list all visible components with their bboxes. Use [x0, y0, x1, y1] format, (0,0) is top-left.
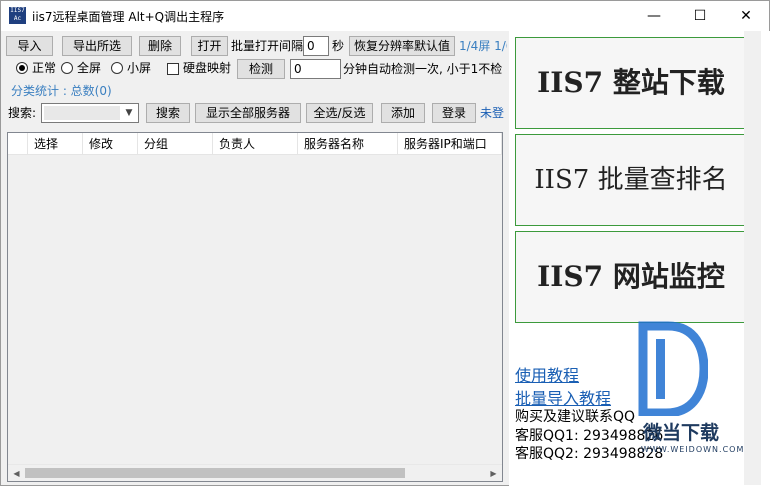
batch-interval-input[interactable]: 0: [303, 36, 329, 56]
header-spacer: [8, 133, 28, 155]
close-button[interactable]: ✕: [723, 1, 769, 31]
select-all-button[interactable]: 全选/反选: [306, 103, 373, 123]
detect-interval-input[interactable]: 0: [290, 59, 341, 79]
watermark-logo-icon: [638, 321, 708, 416]
column-group[interactable]: 分组: [138, 133, 213, 155]
batch-interval-label: 批量打开间隔: [231, 39, 304, 53]
detect-hint: 分钟自动检测一次, 小于1不检: [343, 62, 503, 76]
column-owner[interactable]: 负责人: [213, 133, 298, 155]
login-button[interactable]: 登录: [432, 103, 476, 123]
open-button[interactable]: 打开: [191, 36, 228, 56]
import-button[interactable]: 导入: [6, 36, 53, 56]
banner-site-monitor[interactable]: IIS7 网站监控: [515, 231, 747, 323]
server-table[interactable]: 选择 修改 分组 负责人 服务器名称 服务器IP和端口 ◀ ▶: [7, 132, 503, 482]
scrollbar-thumb[interactable]: [25, 468, 405, 478]
chevron-down-icon[interactable]: ▼: [122, 104, 136, 122]
window-title: iis7远程桌面管理 Alt+Q调出主程序: [32, 10, 225, 24]
search-button[interactable]: 搜索: [146, 103, 190, 123]
maximize-button[interactable]: ☐: [677, 1, 723, 31]
search-combobox[interactable]: ▼: [41, 103, 139, 123]
batch-import-tutorial-link[interactable]: 批量导入教程: [515, 385, 611, 409]
horizontal-scrollbar[interactable]: ◀ ▶: [8, 464, 502, 481]
app-icon: IIS7 Ac: [9, 7, 26, 24]
watermark-url: WWW.WEIDOWN.COM: [641, 445, 745, 454]
banner-site-download[interactable]: IIS7 整站下载: [515, 37, 747, 129]
vertical-scrollbar[interactable]: [744, 31, 761, 485]
table-header: 选择 修改 分组 负责人 服务器名称 服务器IP和端口: [8, 133, 502, 155]
not-logged-link[interactable]: 未登: [480, 105, 504, 121]
disk-mapping-label: 硬盘映射: [183, 61, 232, 75]
seconds-unit-label: 秒: [332, 39, 345, 53]
category-stats: 分类统计 : 总数(0): [11, 84, 112, 98]
watermark-text: 微当下载: [643, 422, 720, 444]
ad-panel: IIS7 整站下载 IIS7 批量查排名 IIS7 网站监控 使用教程 批量导入…: [509, 31, 770, 486]
small-radio[interactable]: [111, 62, 123, 74]
disk-mapping-checkbox[interactable]: [167, 63, 179, 75]
detect-button[interactable]: 检测: [237, 59, 285, 79]
fullscreen-radio[interactable]: [61, 62, 73, 74]
column-server-ip[interactable]: 服务器IP和端口: [398, 133, 502, 155]
normal-radio[interactable]: [16, 62, 28, 74]
small-label: 小屏: [127, 61, 152, 75]
search-combobox-value: [44, 106, 120, 120]
column-edit[interactable]: 修改: [83, 133, 138, 155]
title-bar: IIS7 Ac iis7远程桌面管理 Alt+Q调出主程序 — ☐ ✕: [1, 1, 769, 31]
column-server-name[interactable]: 服务器名称: [298, 133, 398, 155]
search-label: 搜索:: [8, 106, 37, 120]
scroll-left-icon[interactable]: ◀: [8, 465, 25, 482]
contact-purchase: 购买及建议联系QQ: [515, 409, 636, 425]
scroll-right-icon[interactable]: ▶: [485, 465, 502, 482]
show-all-servers-button[interactable]: 显示全部服务器: [195, 103, 301, 123]
restore-resolution-button[interactable]: 恢复分辨率默认值: [349, 36, 455, 56]
tutorial-link[interactable]: 使用教程: [515, 362, 579, 386]
app-window: IIS7 Ac iis7远程桌面管理 Alt+Q调出主程序 — ☐ ✕ 导入 导…: [0, 0, 770, 486]
banner-batch-ranking[interactable]: IIS7 批量查排名: [515, 134, 747, 226]
page-indicator[interactable]: 1/4屏 1/6: [459, 38, 507, 54]
export-selected-button[interactable]: 导出所选: [62, 36, 132, 56]
contact-qq1: 客服QQ1: 293498826: [515, 428, 664, 444]
normal-label: 正常: [32, 61, 57, 75]
column-select[interactable]: 选择: [28, 133, 83, 155]
fullscreen-label: 全屏: [77, 61, 102, 75]
minimize-button[interactable]: —: [631, 1, 677, 31]
add-button[interactable]: 添加: [381, 103, 425, 123]
delete-button[interactable]: 删除: [139, 36, 181, 56]
